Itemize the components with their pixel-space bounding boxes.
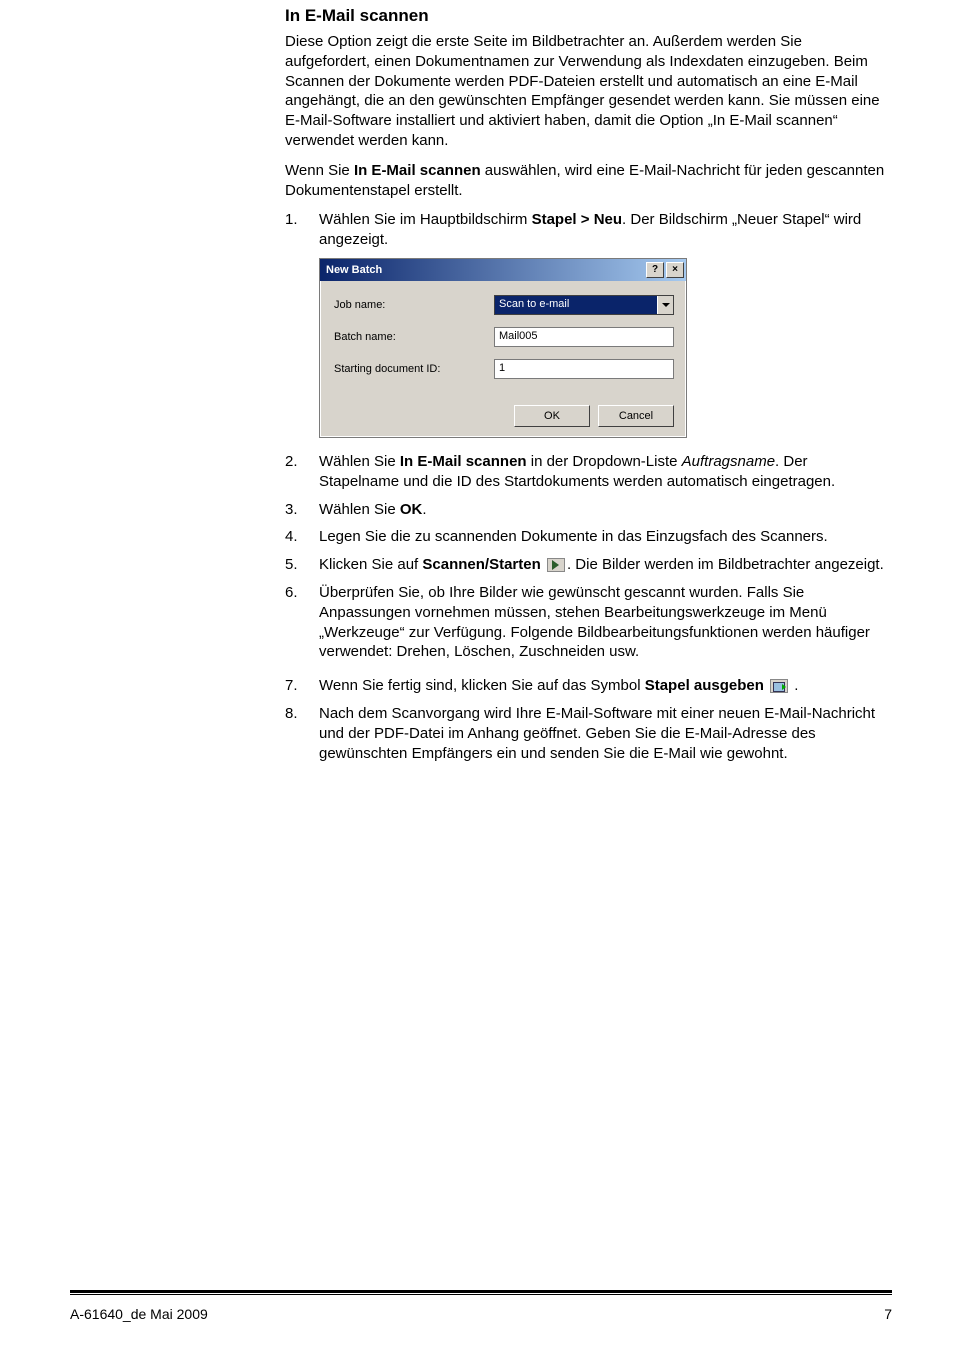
help-button[interactable]: ? — [646, 262, 664, 278]
numbered-list: 1. Wählen Sie im Hauptbildschirm Stapel … — [285, 210, 885, 763]
list-item: 3. Wählen Sie OK. — [285, 500, 885, 520]
text-bold: Scannen/Starten — [422, 556, 540, 573]
text: . Die Bilder werden im Bildbetrachter an… — [567, 556, 884, 573]
text: Wenn Sie — [285, 162, 354, 179]
dialog-body: Job name: Scan to e-mail Batch name: Mai… — [320, 281, 686, 437]
text-bold: In E-Mail scannen — [354, 162, 481, 179]
start-id-label: Starting document ID: — [334, 363, 494, 375]
section-heading: In E-Mail scannen — [285, 6, 885, 26]
batch-name-input[interactable]: Mail005 — [494, 327, 674, 347]
list-item: 2. Wählen Sie In E-Mail scannen in der D… — [285, 452, 885, 492]
list-item: 5. Klicken Sie auf Scannen/Starten . Die… — [285, 555, 885, 575]
list-item: 4. Legen Sie die zu scannenden Dokumente… — [285, 527, 885, 547]
close-button[interactable]: × — [666, 262, 684, 278]
list-number: 4. — [285, 527, 319, 547]
list-number: 2. — [285, 452, 319, 472]
footer-page-number: 7 — [884, 1306, 892, 1322]
list-body: Wählen Sie im Hauptbildschirm Stapel > N… — [319, 210, 885, 250]
intro-paragraph-1: Diese Option zeigt die erste Seite im Bi… — [285, 32, 885, 151]
help-icon: ? — [652, 265, 658, 275]
text-bold: OK — [400, 501, 423, 518]
output-batch-icon — [770, 679, 788, 693]
list-body: Wählen Sie OK. — [319, 500, 885, 520]
page-footer: A-61640_de Mai 2009 7 — [70, 1306, 892, 1322]
new-batch-dialog: New Batch ? × Job name: Scan to e-mail — [319, 258, 687, 438]
cancel-label: Cancel — [619, 410, 653, 422]
batch-name-label: Batch name: — [334, 331, 494, 343]
dialog-titlebar: New Batch ? × — [320, 259, 686, 281]
job-name-value: Scan to e-mail — [495, 296, 657, 314]
dialog-screenshot: New Batch ? × Job name: Scan to e-mail — [319, 258, 885, 438]
text-bold: In E-Mail scannen — [400, 453, 527, 470]
list-number: 5. — [285, 555, 319, 575]
text: Wählen Sie — [319, 501, 400, 518]
list-number: 1. — [285, 210, 319, 230]
dialog-title: New Batch — [326, 264, 382, 276]
list-item: 8. Nach dem Scanvorgang wird Ihre E-Mail… — [285, 704, 885, 763]
list-body: Wenn Sie fertig sind, klicken Sie auf da… — [319, 676, 885, 696]
list-item: 6. Überprüfen Sie, ob Ihre Bilder wie ge… — [285, 583, 885, 662]
batch-name-field: Mail005 — [494, 327, 674, 347]
page-content: In E-Mail scannen Diese Option zeigt die… — [285, 6, 885, 771]
cancel-button[interactable]: Cancel — [598, 405, 674, 427]
ok-label: OK — [544, 410, 560, 422]
job-name-field: Scan to e-mail — [494, 295, 674, 315]
list-number: 3. — [285, 500, 319, 520]
dialog-buttons: OK Cancel — [334, 405, 674, 427]
list-item: 7. Wenn Sie fertig sind, klicken Sie auf… — [285, 676, 885, 696]
batch-name-row: Batch name: Mail005 — [334, 327, 674, 347]
footer-doc-id: A-61640_de Mai 2009 — [70, 1306, 208, 1322]
job-name-label: Job name: — [334, 299, 494, 311]
text: . — [790, 677, 798, 694]
start-id-field: 1 — [494, 359, 674, 379]
text-italic: Auftragsname — [682, 453, 775, 470]
intro-paragraph-2: Wenn Sie In E-Mail scannen auswählen, wi… — [285, 161, 885, 201]
titlebar-buttons: ? × — [646, 262, 684, 278]
list-body: Überprüfen Sie, ob Ihre Bilder wie gewün… — [319, 583, 885, 662]
text: Wählen Sie — [319, 453, 400, 470]
list-number: 8. — [285, 704, 319, 724]
list-body: Legen Sie die zu scannenden Dokumente in… — [319, 527, 885, 547]
text: in der Dropdown-Liste — [527, 453, 682, 470]
list-number: 6. — [285, 583, 319, 603]
footer-rule — [70, 1290, 892, 1295]
text: Wählen Sie im Hauptbildschirm — [319, 211, 532, 228]
ok-button[interactable]: OK — [514, 405, 590, 427]
start-id-input[interactable]: 1 — [494, 359, 674, 379]
list-number: 7. — [285, 676, 319, 696]
chevron-down-icon[interactable] — [657, 296, 673, 314]
job-name-row: Job name: Scan to e-mail — [334, 295, 674, 315]
text-bold: Stapel > Neu — [532, 211, 622, 228]
list-item: 1. Wählen Sie im Hauptbildschirm Stapel … — [285, 210, 885, 250]
list-body: Klicken Sie auf Scannen/Starten . Die Bi… — [319, 555, 885, 575]
text-bold: Stapel ausgeben — [645, 677, 764, 694]
list-body: Nach dem Scanvorgang wird Ihre E-Mail-So… — [319, 704, 885, 763]
job-name-combobox[interactable]: Scan to e-mail — [494, 295, 674, 315]
text: Klicken Sie auf — [319, 556, 422, 573]
close-icon: × — [672, 265, 678, 275]
text: Wenn Sie fertig sind, klicken Sie auf da… — [319, 677, 645, 694]
list-body: Wählen Sie In E-Mail scannen in der Drop… — [319, 452, 885, 492]
start-id-row: Starting document ID: 1 — [334, 359, 674, 379]
scan-start-icon — [547, 558, 565, 572]
text: . — [422, 501, 426, 518]
